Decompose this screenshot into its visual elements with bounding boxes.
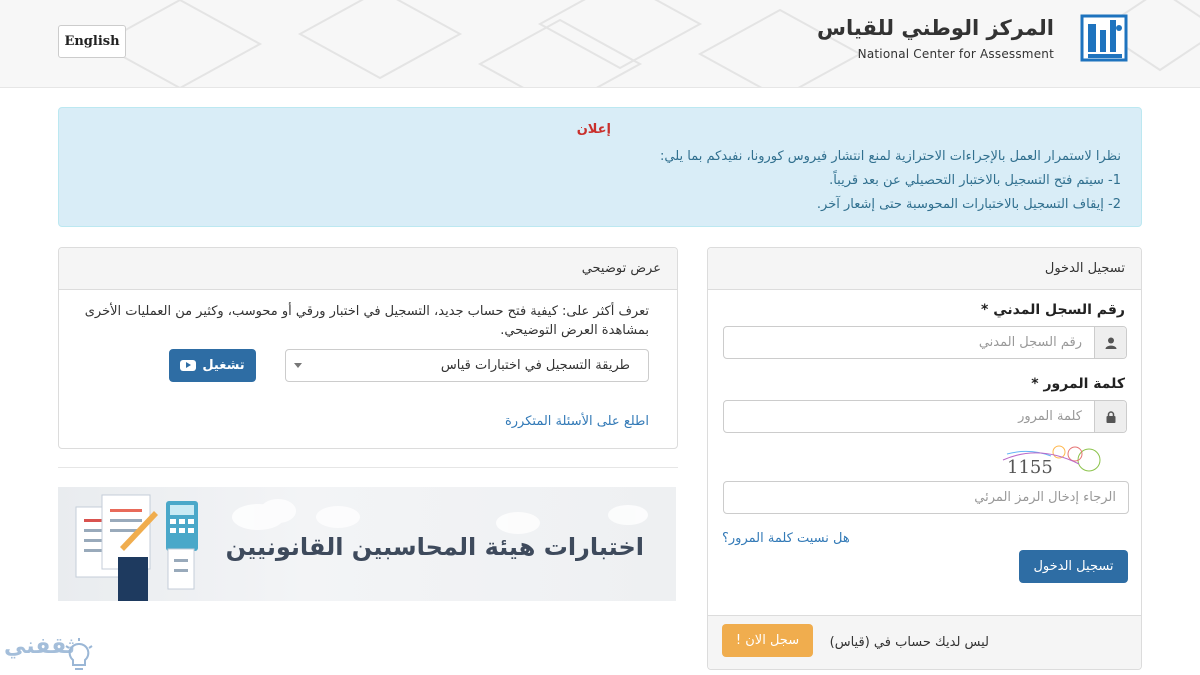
announcement-alert: إعلان نظرا لاستمرار العمل بالإجراءات الا… (58, 107, 1142, 227)
announcement-intro: نظرا لاستمرار العمل بالإجراءات الاحترازي… (660, 149, 1121, 164)
header-pattern (97, 0, 1200, 87)
lightbulb-icon (65, 638, 93, 670)
youtube-play-icon (180, 360, 197, 371)
national-id-group (723, 326, 1127, 359)
captcha-input[interactable] (724, 482, 1128, 513)
login-submit-button[interactable]: تسجيل الدخول (1019, 550, 1128, 583)
announcement-item: 2- إيقاف التسجيل بالاختبارات المحوسبة حت… (816, 197, 1121, 212)
national-id-input[interactable] (724, 327, 1094, 358)
demo-video-select-value: طريقة التسجيل في اختبارات قياس (440, 358, 630, 373)
brand-name-arabic: المركز الوطني للقياس (817, 16, 1054, 40)
demo-panel-heading: عرض توضيحي (59, 248, 677, 290)
password-group (723, 400, 1127, 433)
demo-video-select[interactable]: طريقة التسجيل في اختبارات قياس (285, 349, 649, 382)
password-input[interactable] (724, 401, 1094, 432)
captcha-image: 1155 (1002, 445, 1101, 476)
accountants-exam-banner[interactable]: اختبارات هيئة المحاسبين القانونيين (58, 487, 676, 601)
user-icon (1094, 327, 1126, 358)
national-id-label: رقم السجل المدني * (981, 302, 1125, 318)
login-panel-footer: ليس لديك حساب في (قياس) سجل الان ! (708, 615, 1141, 669)
language-toggle-button[interactable]: English (58, 25, 126, 58)
demo-description: تعرف أكثر على: كيفية فتح حساب جديد، التس… (84, 304, 649, 338)
password-label: كلمة المرور * (1031, 376, 1125, 392)
announcement-item: 1- سيتم فتح التسجيل بالاختبار التحصيلي ع… (829, 173, 1121, 188)
login-panel-heading: تسجيل الدخول (708, 248, 1141, 290)
lock-icon (1094, 401, 1126, 432)
play-demo-button[interactable]: تشغيل (169, 349, 256, 382)
captcha-code: 1155 (1007, 457, 1053, 476)
banner-title: اختبارات هيئة المحاسبين القانونيين (225, 533, 644, 561)
section-divider (58, 467, 678, 468)
caret-down-icon (294, 363, 302, 368)
announcement-title: إعلان (576, 122, 611, 137)
no-account-text: ليس لديك حساب في (قياس) (829, 635, 989, 650)
demo-panel: عرض توضيحي تعرف أكثر على: كيفية فتح حساب… (58, 247, 678, 449)
register-now-button[interactable]: سجل الان ! (722, 624, 813, 657)
brand-name-english: National Center for Assessment (857, 47, 1054, 61)
play-button-label: تشغيل (202, 358, 245, 373)
qiyas-logo[interactable] (1080, 14, 1138, 62)
login-panel: تسجيل الدخول رقم السجل المدني * كلمة الم… (707, 247, 1142, 670)
forgot-password-link[interactable]: هل نسيت كلمة المرور؟ (722, 531, 850, 546)
site-header: English المركز الوطني للقياس National Ce… (0, 0, 1200, 88)
captcha-field (723, 481, 1129, 514)
faq-link[interactable]: اطلع على الأسئلة المتكررة (505, 414, 649, 429)
